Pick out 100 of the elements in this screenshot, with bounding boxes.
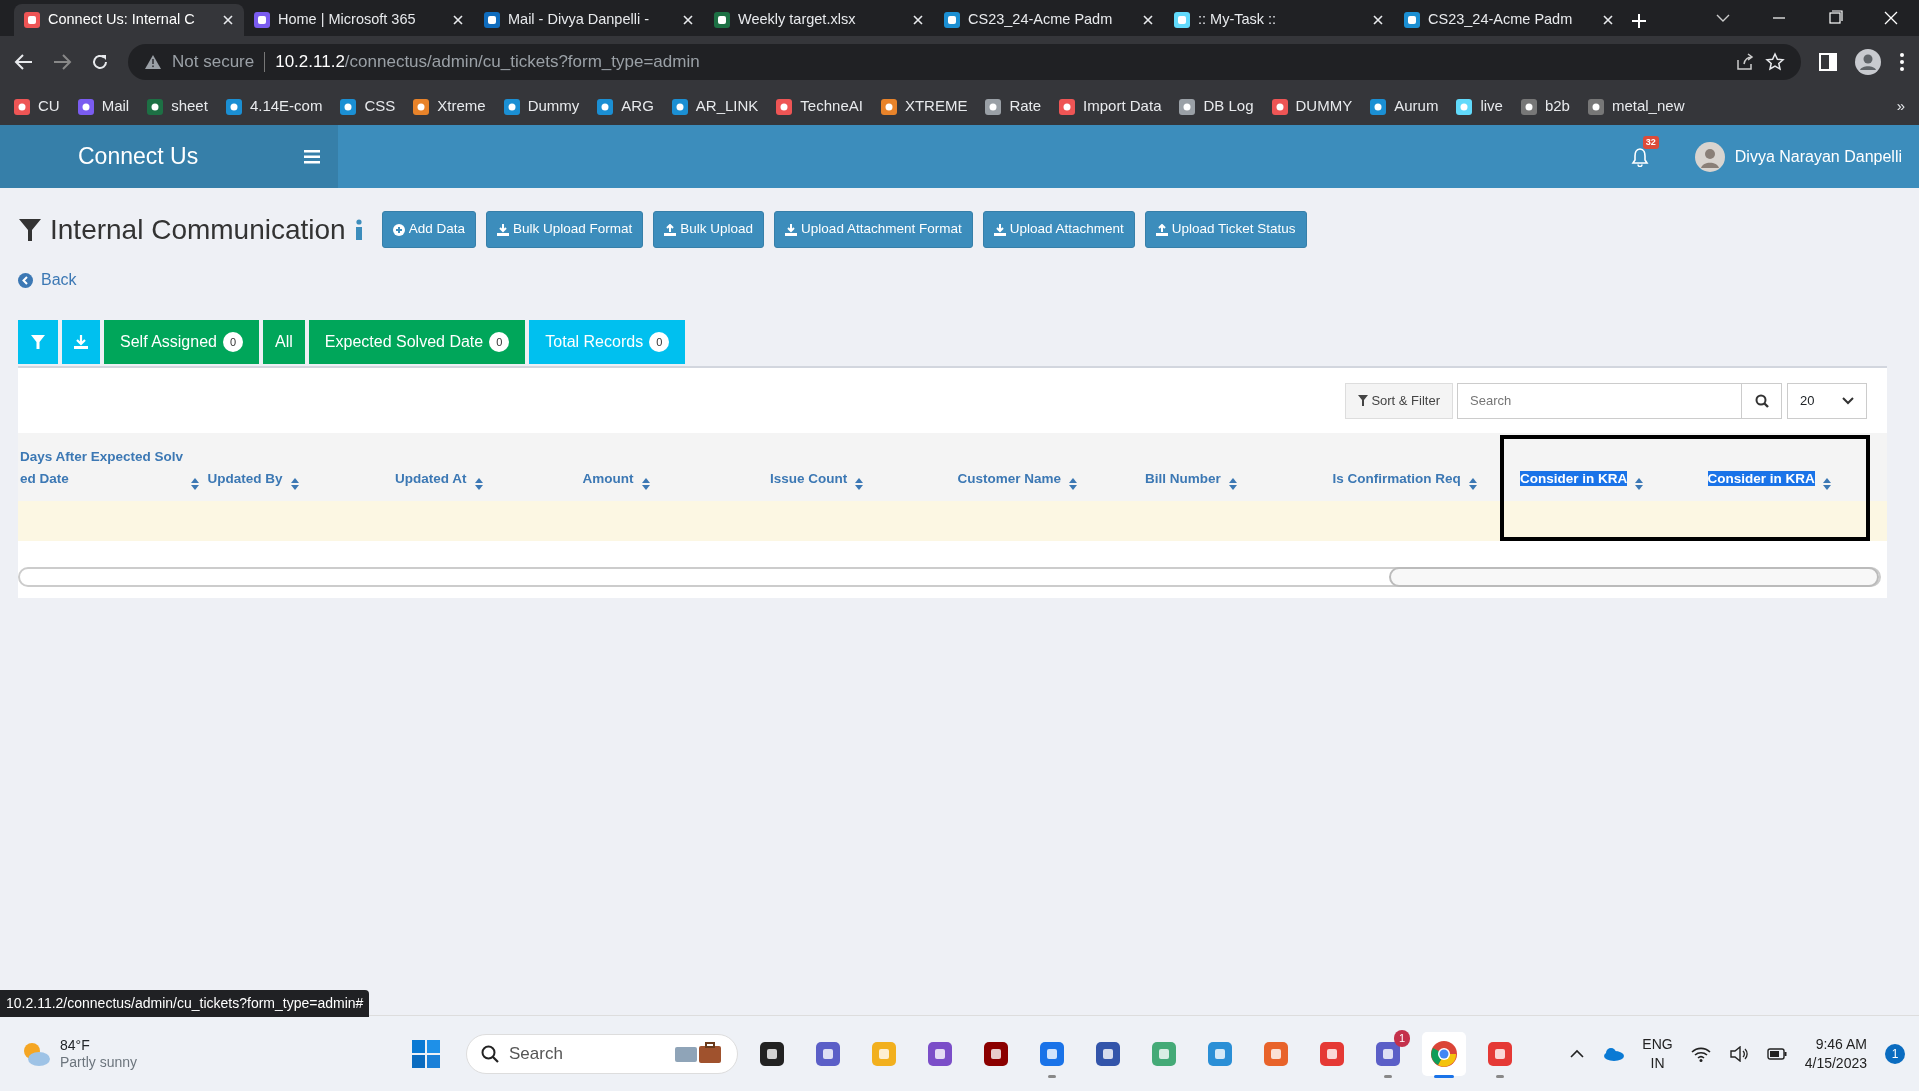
bookmark-link[interactable]: AR_LINK xyxy=(671,95,759,118)
tab-favicon-icon xyxy=(714,12,730,28)
clock-time[interactable]: 9:46 AM xyxy=(1804,1034,1867,1054)
close-icon[interactable] xyxy=(222,14,234,26)
profile-avatar-icon[interactable] xyxy=(1855,49,1881,75)
side-panel-icon[interactable] xyxy=(1819,53,1837,71)
bookmark-link[interactable]: CU xyxy=(14,95,60,118)
browser-tab[interactable]: CS23_24-Acme Padm xyxy=(1394,4,1624,36)
close-icon[interactable] xyxy=(452,14,464,26)
browser-tab[interactable]: Home | Microsoft 365 xyxy=(244,4,474,36)
url-text: 10.2.11.2/connectus/admin/cu_tickets?form_type=admin xyxy=(275,51,700,74)
count-badge: 0 xyxy=(649,331,670,353)
close-icon[interactable] xyxy=(682,14,694,26)
forward-icon[interactable] xyxy=(52,52,72,72)
bookmark-link[interactable]: Mail xyxy=(77,95,130,118)
column-header[interactable]: Consider in KRA xyxy=(1705,433,1893,501)
bookmark-link[interactable]: CSS xyxy=(340,95,396,118)
taskbar-app[interactable]: 1 xyxy=(1366,1032,1410,1076)
filter-tab[interactable]: Expected Solved Date 0 xyxy=(308,320,526,364)
bookmark-link[interactable]: Dummy xyxy=(503,95,580,118)
action-button[interactable]: Upload Attachment Format xyxy=(774,211,973,248)
bookmark-link[interactable]: Import Data xyxy=(1059,95,1162,118)
close-icon[interactable] xyxy=(1142,14,1154,26)
bookmark-favicon-icon xyxy=(880,98,897,115)
filter-icon xyxy=(18,217,42,242)
bookmark-favicon-icon xyxy=(1179,98,1196,115)
close-icon[interactable] xyxy=(1372,14,1384,26)
windows-start-icon[interactable] xyxy=(412,1040,440,1068)
browser-tab[interactable]: Connect Us: Internal C xyxy=(14,4,244,36)
app-brand[interactable]: Connect Us xyxy=(78,139,199,174)
menu-icon[interactable] xyxy=(304,149,320,164)
reload-icon[interactable] xyxy=(90,52,110,72)
column-header[interactable]: Updated At xyxy=(393,433,581,501)
action-button[interactable]: Add Data xyxy=(381,211,476,248)
bookmark-link[interactable]: ARG xyxy=(597,95,654,118)
bookmark-link[interactable]: DUMMY xyxy=(1271,95,1353,118)
battery-icon[interactable] xyxy=(1766,1046,1787,1061)
sort-filter-button[interactable]: Sort & Filter xyxy=(1345,382,1453,419)
notification-badge[interactable]: 1 xyxy=(1885,1043,1905,1064)
sort-icon xyxy=(641,478,650,490)
download-icon xyxy=(785,223,798,236)
back-icon[interactable] xyxy=(14,52,34,72)
column-header[interactable]: Is Confirmation Req xyxy=(1330,433,1518,501)
column-header[interactable]: Consider in KRA xyxy=(1518,433,1706,501)
bookmark-link[interactable]: sheet xyxy=(147,95,208,118)
close-icon[interactable] xyxy=(1602,14,1614,26)
bookmark-link[interactable]: Xtreme xyxy=(413,95,486,118)
address-bar[interactable]: Not secure 10.2.11.2/connectus/admin/cu_tickets?form_type=admin xyxy=(128,44,1801,80)
speaker-icon[interactable] xyxy=(1728,1045,1749,1062)
user-name[interactable]: Divya Narayan Danpelli xyxy=(1734,144,1902,169)
column-header[interactable]: Issue Count xyxy=(768,433,956,501)
browser-tab[interactable]: :: My-Task :: xyxy=(1164,4,1394,36)
column-header[interactable]: Customer Name xyxy=(955,433,1143,501)
horizontal-scrollbar[interactable] xyxy=(18,567,1881,587)
bookmark-link[interactable]: TechneAI xyxy=(776,95,863,118)
column-header[interactable]: Amount xyxy=(580,433,768,501)
bookmark-link[interactable]: Rate xyxy=(985,95,1042,118)
bookmarks-overflow-button[interactable]: » xyxy=(1896,95,1905,118)
more-menu-icon[interactable] xyxy=(1899,52,1905,72)
filter-tab[interactable]: Self Assigned 0 xyxy=(104,320,260,364)
browser-tab[interactable]: Weekly target.xlsx xyxy=(704,4,934,36)
bookmark-link[interactable]: XTREME xyxy=(880,95,968,118)
action-button[interactable]: Bulk Upload Format xyxy=(486,211,644,248)
wifi-icon[interactable] xyxy=(1690,1045,1711,1062)
language-indicator[interactable]: IN xyxy=(1642,1053,1673,1073)
search-button[interactable] xyxy=(1742,382,1782,419)
cloud-icon[interactable] xyxy=(1602,1046,1625,1061)
upload-icon xyxy=(1155,223,1168,236)
filter-tab[interactable]: Total Records 0 xyxy=(529,320,686,364)
scrollbar-thumb[interactable] xyxy=(1389,567,1879,587)
bookmark-favicon-icon xyxy=(413,98,430,115)
clock-date[interactable]: 4/15/2023 xyxy=(1804,1053,1867,1073)
chevron-up-icon[interactable] xyxy=(1570,1049,1585,1058)
column-header[interactable]: Bill Number xyxy=(1143,433,1331,501)
action-button[interactable]: Upload Ticket Status xyxy=(1144,211,1307,248)
bookmark-link[interactable]: 4.14E-com xyxy=(225,95,323,118)
back-link[interactable]: Back xyxy=(18,254,77,306)
browser-tab[interactable]: CS23_24-Acme Padm xyxy=(934,4,1164,36)
bookmark-link[interactable]: Aurum xyxy=(1370,95,1439,118)
share-icon[interactable] xyxy=(1735,52,1755,72)
search-field[interactable]: Search xyxy=(1457,382,1742,419)
bookmark-favicon-icon xyxy=(1370,98,1387,115)
bookmark-link[interactable]: metal_new xyxy=(1587,95,1685,118)
taskbar-search-field[interactable]: Search xyxy=(466,1034,738,1074)
bookmark-link[interactable]: b2b xyxy=(1520,95,1570,118)
browser-tab[interactable]: Mail - Divya Danpelli - xyxy=(474,4,704,36)
weather-temperature: 84°F xyxy=(60,1036,91,1054)
search-icon xyxy=(481,1045,499,1063)
page-size-select[interactable]: 20 xyxy=(1787,382,1867,419)
user-avatar-icon[interactable] xyxy=(1694,141,1725,172)
bell-icon[interactable] xyxy=(1630,147,1649,168)
action-button[interactable]: Bulk Upload xyxy=(653,211,765,248)
close-icon[interactable] xyxy=(912,14,924,26)
language-indicator[interactable]: ENG xyxy=(1642,1034,1673,1054)
bookmark-link[interactable]: live xyxy=(1456,95,1503,118)
column-header[interactable]: Days After Expected Solv ed Date xyxy=(18,433,206,501)
star-icon[interactable] xyxy=(1765,52,1785,72)
column-header[interactable]: Updated By xyxy=(205,433,393,501)
action-button[interactable]: Upload Attachment xyxy=(982,211,1135,248)
bookmark-link[interactable]: DB Log xyxy=(1179,95,1254,118)
